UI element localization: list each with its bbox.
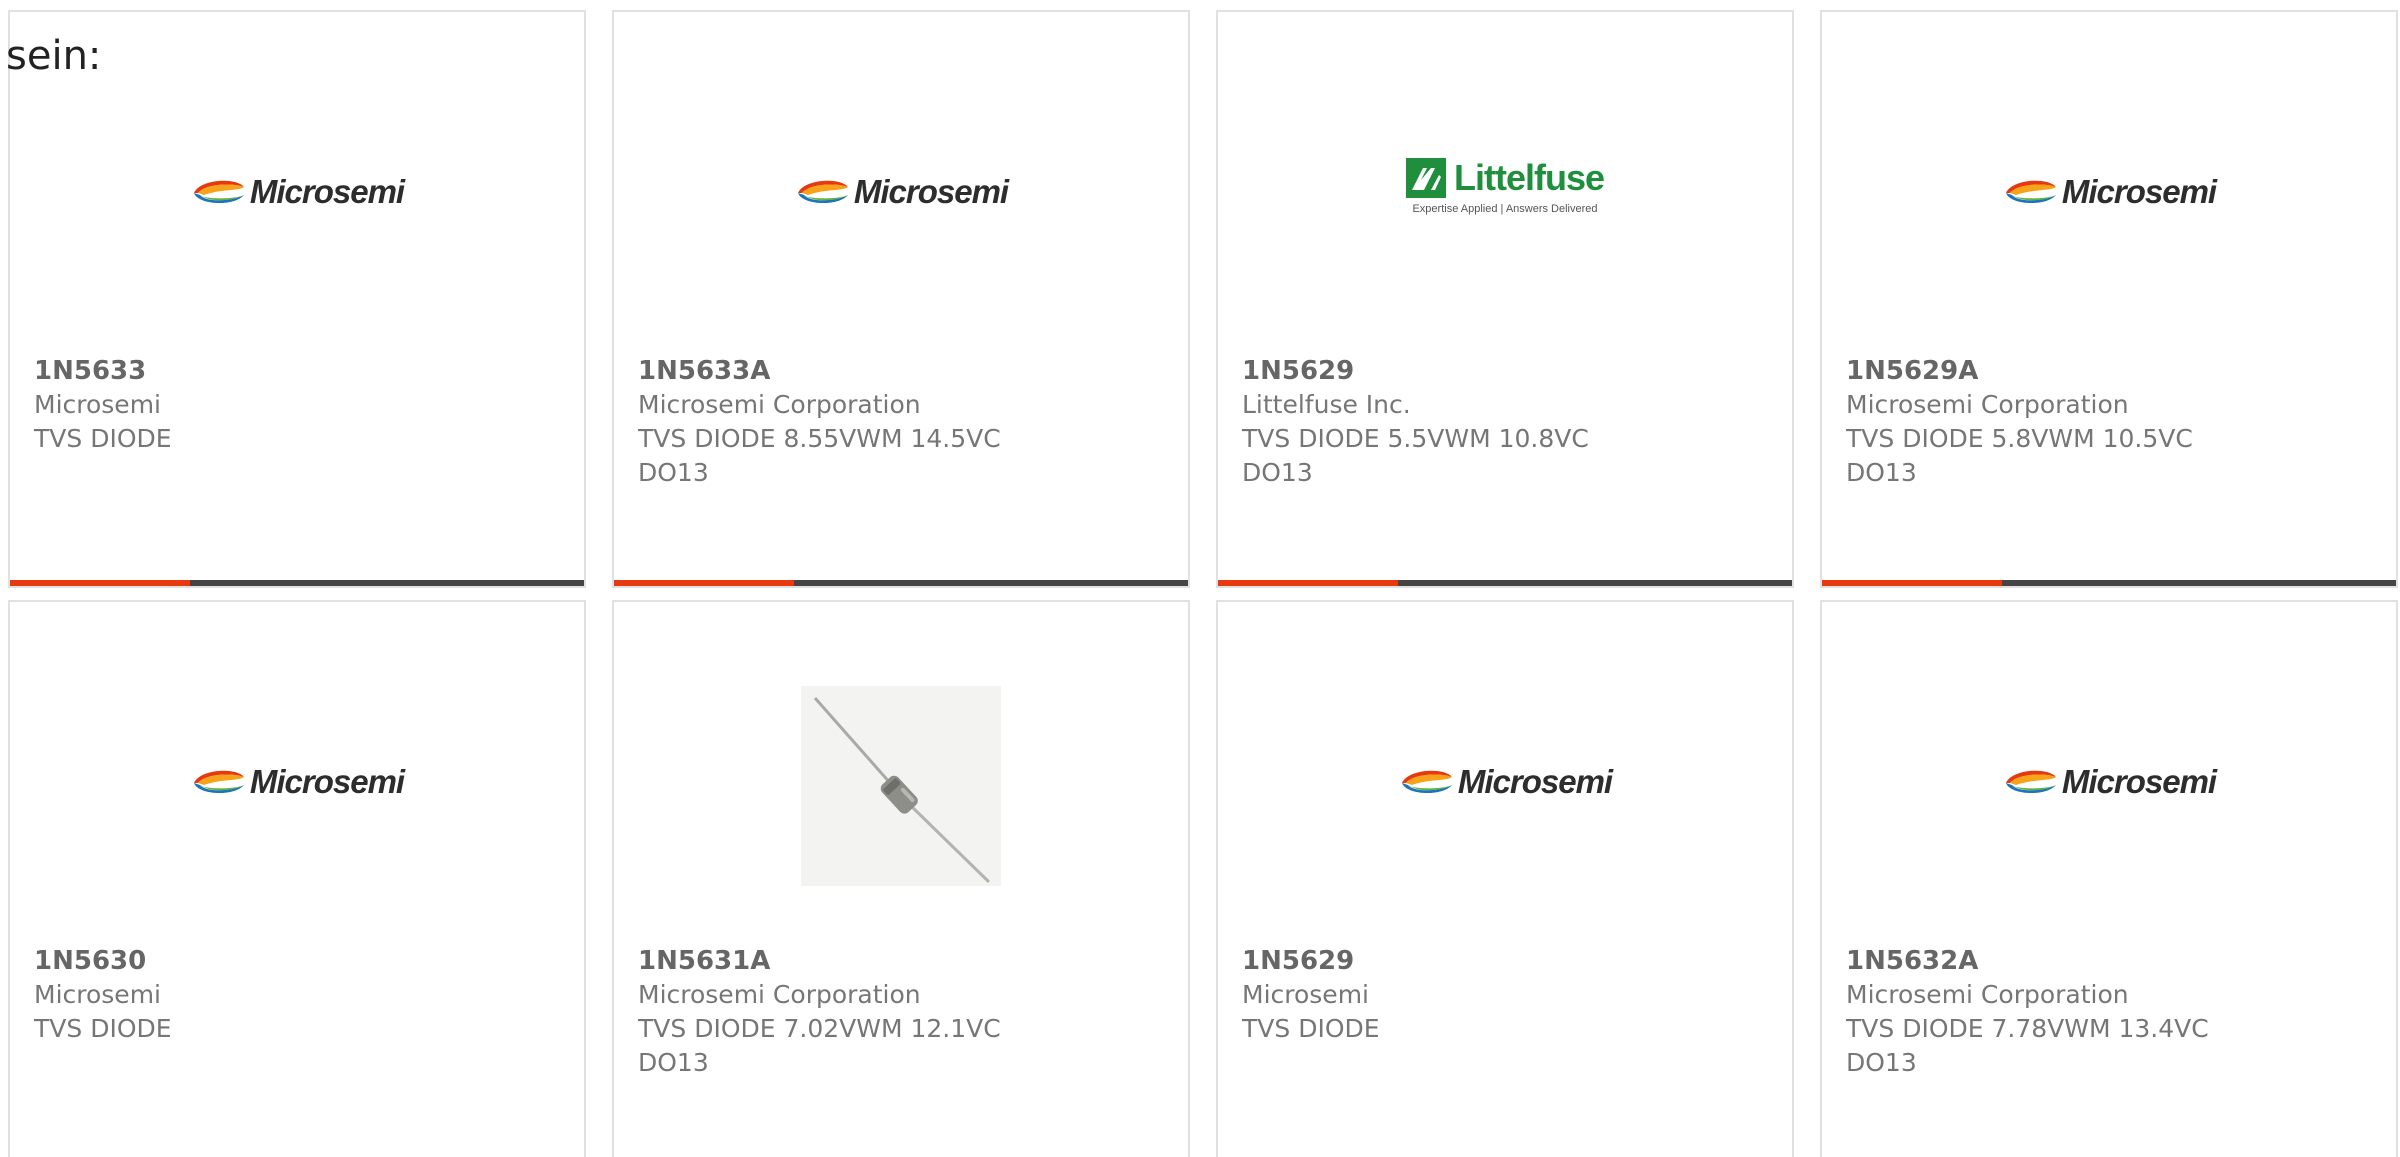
product-grid: Microsemi 1N5633 Microsemi TVS DIODE Mic… [8, 10, 2398, 1157]
part-number[interactable]: 1N5629A [1846, 354, 2376, 388]
manufacturer: Microsemi Corporation [638, 980, 921, 1009]
microsemi-swirl-icon [193, 770, 244, 794]
product-image: Microsemi [614, 72, 1188, 312]
part-number[interactable]: 1N5633A [638, 354, 1168, 388]
product-card[interactable]: Microsemi 1N5630 Microsemi TVS DIODE [8, 600, 586, 1157]
manufacturer: Microsemi [34, 980, 161, 1009]
product-image: Microsemi [1822, 72, 2396, 312]
description: TVS DIODE 5.5VWM 10.8VC [1242, 424, 1589, 453]
part-number[interactable]: 1N5629 [1242, 354, 1772, 388]
manufacturer: Microsemi Corporation [1846, 980, 2129, 1009]
card-bottom-bar [10, 580, 584, 586]
package: DO13 [1242, 458, 1313, 487]
product-image: Microsemi [1822, 662, 2396, 902]
part-number[interactable]: 1N5630 [34, 944, 564, 978]
product-card[interactable]: Microsemi 1N5633A Microsemi Corporation … [612, 10, 1190, 588]
microsemi-swirl-icon [2005, 180, 2056, 204]
manufacturer: Littelfuse Inc. [1242, 390, 1411, 419]
microsemi-swirl-icon [193, 180, 244, 204]
microsemi-logo: Microsemi [2002, 763, 2217, 801]
diode-photo [801, 686, 1001, 886]
product-card[interactable]: 1N5631A Microsemi Corporation TVS DIODE … [612, 600, 1190, 1157]
card-bottom-bar [1218, 580, 1792, 586]
product-info: 1N5633A Microsemi Corporation TVS DIODE … [638, 354, 1168, 490]
description: TVS DIODE 7.02VWM 12.1VC [638, 1014, 1001, 1043]
microsemi-logo: Microsemi [2002, 173, 2217, 211]
manufacturer: Microsemi Corporation [638, 390, 921, 419]
product-card[interactable]: Microsemi 1N5629 Microsemi TVS DIODE [1216, 600, 1794, 1157]
description: TVS DIODE [34, 1014, 172, 1043]
page: sein: Microsemi 1N5633 Microsemi TVS DIO… [0, 0, 2400, 1157]
microsemi-logo: Microsemi [1398, 763, 1613, 801]
microsemi-swirl-icon [2005, 770, 2056, 794]
description: TVS DIODE 5.8VWM 10.5VC [1846, 424, 2193, 453]
product-info: 1N5632A Microsemi Corporation TVS DIODE … [1846, 944, 2376, 1080]
product-info: 1N5629A Microsemi Corporation TVS DIODE … [1846, 354, 2376, 490]
product-info: 1N5629 Littelfuse Inc. TVS DIODE 5.5VWM … [1242, 354, 1772, 490]
microsemi-logo: Microsemi [190, 173, 405, 211]
littelfuse-mark-icon [1405, 158, 1446, 198]
description: TVS DIODE 8.55VWM 14.5VC [638, 424, 1001, 453]
description: TVS DIODE [34, 424, 172, 453]
product-image [614, 662, 1188, 902]
manufacturer: Microsemi Corporation [1846, 390, 2129, 419]
manufacturer: Microsemi [1242, 980, 1369, 1009]
part-number[interactable]: 1N5633 [34, 354, 564, 388]
microsemi-logo: Microsemi [190, 763, 405, 801]
product-image: Microsemi [1218, 662, 1792, 902]
product-image: Microsemi [10, 72, 584, 312]
card-bottom-bar [614, 580, 1188, 586]
microsemi-swirl-icon [1401, 770, 1452, 794]
package: DO13 [1846, 458, 1917, 487]
product-image: Littelfuse Expertise Applied | Answers D… [1218, 72, 1792, 312]
package: DO13 [638, 1048, 709, 1077]
product-info: 1N5633 Microsemi TVS DIODE [34, 354, 564, 456]
description: TVS DIODE 7.78VWM 13.4VC [1846, 1014, 2209, 1043]
description: TVS DIODE [1242, 1014, 1380, 1043]
part-number[interactable]: 1N5632A [1846, 944, 2376, 978]
part-number[interactable]: 1N5629 [1242, 944, 1772, 978]
card-bottom-bar [1822, 580, 2396, 586]
product-info: 1N5630 Microsemi TVS DIODE [34, 944, 564, 1046]
product-card[interactable]: Microsemi 1N5629A Microsemi Corporation … [1820, 10, 2398, 588]
littelfuse-logo: Littelfuse Expertise Applied | Answers D… [1405, 157, 1605, 215]
microsemi-swirl-icon [797, 180, 848, 204]
axial-diode-icon [813, 697, 991, 884]
package: DO13 [638, 458, 709, 487]
part-number[interactable]: 1N5631A [638, 944, 1168, 978]
product-card[interactable]: Littelfuse Expertise Applied | Answers D… [1216, 10, 1794, 588]
product-card[interactable]: Microsemi 1N5633 Microsemi TVS DIODE [8, 10, 586, 588]
manufacturer: Microsemi [34, 390, 161, 419]
microsemi-logo: Microsemi [794, 173, 1009, 211]
product-image: Microsemi [10, 662, 584, 902]
product-info: 1N5631A Microsemi Corporation TVS DIODE … [638, 944, 1168, 1080]
intro-text: sein: [6, 33, 102, 79]
product-info: 1N5629 Microsemi TVS DIODE [1242, 944, 1772, 1046]
package: DO13 [1846, 1048, 1917, 1077]
product-card[interactable]: Microsemi 1N5632A Microsemi Corporation … [1820, 600, 2398, 1157]
